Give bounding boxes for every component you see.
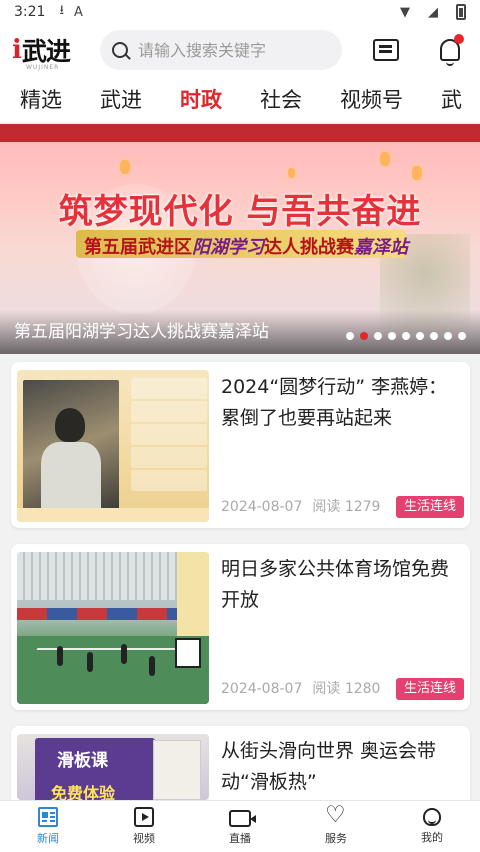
search-icon (112, 42, 128, 58)
carousel-dot[interactable] (430, 332, 438, 340)
carousel-dot[interactable] (458, 332, 466, 340)
search-input[interactable] (138, 40, 328, 60)
carousel-dots (346, 332, 466, 340)
news-meta: 2024-08-07 阅读 1280 (221, 678, 390, 698)
nav-mine[interactable]: 我的 (384, 801, 480, 852)
app-header: i 武进 WUJINER (0, 24, 480, 76)
search-box[interactable] (100, 30, 342, 70)
font-icon: A (74, 4, 83, 20)
nav-service[interactable]: 服务 (288, 801, 384, 852)
tab-shehui[interactable]: 社会 (240, 84, 302, 114)
person-figure (149, 656, 155, 676)
news-reads: 阅读 1279 (312, 499, 381, 515)
tab-shizheng[interactable]: 时政 (160, 84, 222, 114)
news-thumbnail: 滑板课 免费体验 (17, 734, 209, 800)
banner-caption: 第五届阳湖学习达人挑战赛嘉泽站 (14, 322, 269, 342)
nav-label: 视频 (133, 832, 155, 845)
status-time: 3:21 (14, 4, 46, 20)
logo-name: 武进 (21, 37, 71, 66)
ad-side-panel (153, 740, 201, 800)
nav-live[interactable]: 直播 (192, 801, 288, 852)
carousel-dot[interactable] (444, 332, 452, 340)
mine-icon (423, 808, 441, 826)
nav-label: 直播 (229, 831, 251, 845)
news-thumbnail (17, 370, 209, 522)
lantern-icon (120, 160, 130, 174)
tab-more[interactable]: 武 (421, 84, 462, 114)
nav-news[interactable]: 新闻 (0, 801, 96, 852)
lantern-icon (412, 166, 422, 180)
nav-label: 服务 (325, 832, 347, 845)
nav-video[interactable]: 视频 (96, 801, 192, 852)
person-figure (121, 644, 127, 664)
wifi-icon: ▼ (400, 4, 410, 20)
carousel-dot[interactable] (346, 332, 354, 340)
logo-prefix: i (12, 35, 22, 65)
status-bar: 3:21 ⭳ A ▼ ◢ (0, 0, 480, 24)
banner-subhead-highlight: 阳湖学习 (192, 237, 264, 258)
bottom-nav: 新闻 视频 直播 服务 我的 (0, 800, 480, 852)
message-list-icon (373, 39, 399, 61)
news-card[interactable]: 明日多家公共体育场馆免费开放 2024-08-07 阅读 1280 生活连线 (11, 544, 470, 710)
info-panel (131, 378, 207, 493)
news-meta: 2024-08-07 阅读 1279 (221, 496, 390, 516)
carousel-dot[interactable] (416, 332, 424, 340)
lantern-icon (380, 152, 390, 166)
banner-subhead-pre: 第五届武进区 (84, 237, 192, 258)
carousel-dot[interactable] (374, 332, 382, 340)
news-thumbnail (17, 552, 209, 704)
person-figure (57, 646, 63, 666)
carousel-dot[interactable] (402, 332, 410, 340)
news-tag[interactable]: 生活连线 (395, 678, 464, 700)
news-tag[interactable]: 生活连线 (395, 496, 464, 518)
news-date: 2024-08-07 (221, 499, 303, 515)
portrait-photo (23, 380, 119, 512)
carousel-dot[interactable] (388, 332, 396, 340)
banner-subhead: 第五届武进区阳湖学习达人挑战赛嘉泽站 (84, 233, 408, 259)
service-icon (325, 802, 346, 828)
video-icon (134, 807, 154, 827)
news-title: 明日多家公共体育场馆免费开放 (221, 558, 450, 611)
message-list-button[interactable] (368, 32, 404, 68)
news-card[interactable]: 2024“圆梦行动” 李燕婷：累倒了也要再站起来 2024-08-07 阅读 12… (11, 362, 470, 528)
tab-shipinhao[interactable]: 视频号 (320, 84, 403, 114)
ad-board-title: 滑板课 (57, 751, 108, 771)
news-card[interactable]: 滑板课 免费体验 从街头滑向世界 奥运会带动“滑板热” (11, 726, 470, 800)
person-figure (87, 652, 93, 672)
hall-sign (177, 552, 209, 636)
news-date: 2024-08-07 (221, 681, 303, 697)
banner-subhead-place: 嘉泽站 (354, 237, 408, 258)
ad-board-sub: 免费体验 (51, 784, 116, 800)
battery-icon (456, 4, 466, 20)
lantern-icon (288, 168, 295, 178)
news-reads: 阅读 1280 (312, 681, 381, 697)
tab-wujin[interactable]: 武进 (80, 84, 142, 114)
thumb-footer (17, 508, 209, 522)
download-icon: ⭳ (59, 3, 65, 18)
news-icon (38, 807, 58, 827)
carousel-dot-active[interactable] (360, 332, 368, 340)
news-title: 2024“圆梦行动” 李燕婷：累倒了也要再站起来 (221, 376, 448, 429)
app-logo[interactable]: i 武进 WUJINER (12, 32, 92, 71)
live-icon (229, 809, 256, 827)
signal-icon: ◢ (428, 4, 438, 20)
qr-code-icon (175, 638, 201, 668)
notifications-button[interactable] (432, 32, 468, 68)
hero-banner[interactable]: 筑梦现代化 与吾共奋进 第五届武进区阳湖学习达人挑战赛嘉泽站 第五届阳湖学习达人… (0, 124, 480, 354)
banner-headline: 筑梦现代化 与吾共奋进 (58, 192, 422, 232)
notification-dot (454, 34, 464, 44)
nav-label: 我的 (421, 831, 443, 844)
category-tabs: 精选 武进 时政 社会 视频号 武 (0, 76, 480, 122)
logo-sub: WUJINER (26, 64, 60, 71)
nav-label: 新闻 (37, 832, 59, 845)
tab-jingxuan[interactable]: 精选 (0, 84, 62, 114)
banner-subhead-post: 达人挑战赛 (264, 237, 354, 258)
banner-top-strip (0, 124, 480, 142)
news-title: 从街头滑向世界 奥运会带动“滑板热” (221, 740, 437, 793)
